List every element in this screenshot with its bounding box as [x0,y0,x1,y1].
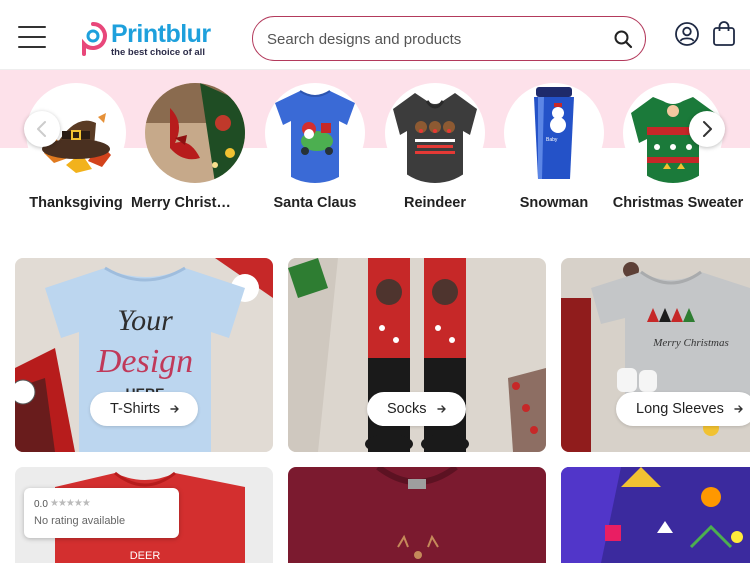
logo-tagline: the best choice of all [111,47,205,58]
site-header: Printblur the best choice of all [0,0,750,70]
svg-text:DEER: DEER [130,550,161,562]
category-image [385,83,485,183]
product-label: Long Sleeves [636,401,724,417]
svg-text:Design: Design [96,343,193,380]
category-reindeer[interactable]: Reindeer [385,83,485,218]
category-label: Christmas Sweater [612,195,744,211]
category-label: Snowman [519,195,589,211]
chevron-left-icon [37,121,46,137]
svg-text:Your: Your [117,304,173,337]
category-santa-claus[interactable]: Santa Claus [265,83,365,218]
rating-score: 0.0 [34,499,48,510]
category-label: Reindeer [403,195,467,211]
search-input[interactable] [267,27,597,51]
logo-name: Printblur [111,20,211,48]
user-icon[interactable] [675,22,699,46]
category-merry-christmas[interactable]: Merry Christmas [131,83,245,218]
tshirts-link[interactable]: T-Shirts [90,392,198,426]
product-tile-hawaiian-shirts[interactable] [561,467,750,563]
search-icon[interactable] [613,29,633,49]
category-image: Baby [504,83,604,183]
product-tile-sweatshirts[interactable] [288,467,546,563]
search-bar [252,16,646,61]
arrow-right-icon [170,405,179,413]
socks-link[interactable]: Socks [367,392,466,426]
product-label: T-Shirts [110,401,160,417]
category-label: Merry Christmas [131,195,243,211]
tile-image [288,467,546,563]
category-label: Thanksgiving [29,195,123,211]
tile-image [561,467,750,563]
carousel-prev-button[interactable] [24,111,60,147]
arrow-right-icon [734,405,743,413]
rating-stars: ★★★★★ [50,498,91,509]
category-label: Santa Claus [273,195,357,211]
product-tile-long-sleeves[interactable]: Merry Christmas Long Sleeves [561,258,750,452]
product-label: Socks [387,401,427,417]
rating-badge[interactable]: 0.0 ★★★★★ No rating available [24,488,179,538]
product-tile-tshirts[interactable]: Your Design HERE T-Shirts [15,258,273,452]
category-thanksgiving[interactable]: Thanksgiving [26,83,126,218]
svg-text:Baby: Baby [546,137,558,143]
category-image [265,83,365,183]
shopping-bag-icon[interactable] [712,21,736,47]
svg-text:Merry Christmas: Merry Christmas [652,337,728,349]
category-christmas-sweater[interactable]: Christmas Sweater [613,83,743,218]
site-logo[interactable]: Printblur the best choice of all [78,20,218,60]
menu-icon[interactable] [18,26,46,48]
arrow-right-icon [436,405,446,413]
logo-mark-icon [82,22,107,56]
long-sleeves-link[interactable]: Long Sleeves [616,392,750,426]
category-image [145,83,245,183]
category-snowman[interactable]: Baby Snowman [504,83,604,218]
carousel-next-button[interactable] [689,111,725,147]
rating-text: No rating available [34,515,126,527]
chevron-right-icon [703,121,712,137]
product-tile-socks[interactable]: Socks [288,258,546,452]
